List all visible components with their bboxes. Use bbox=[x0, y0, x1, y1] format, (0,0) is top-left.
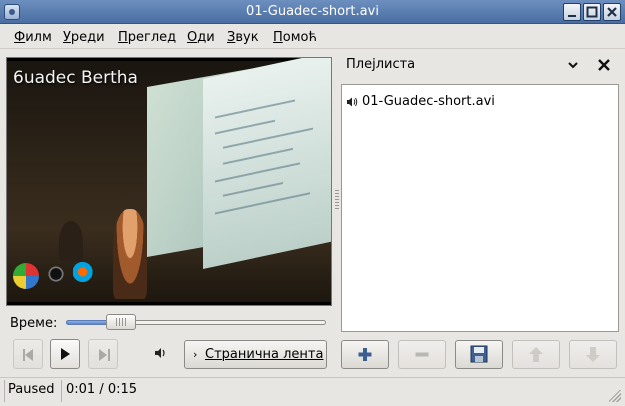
minimize-button[interactable] bbox=[563, 3, 581, 21]
menu-help[interactable]: Помоћ bbox=[273, 29, 317, 47]
minus-icon bbox=[415, 352, 429, 357]
arrow-down-icon bbox=[586, 347, 600, 362]
video-overlay-text: 6uadec Bertha bbox=[13, 68, 138, 88]
seek-label: Време: bbox=[10, 316, 58, 331]
status-separator bbox=[4, 380, 5, 402]
next-button[interactable] bbox=[88, 339, 118, 369]
video-frame: 6uadec Bertha bbox=[7, 58, 331, 302]
audience-person bbox=[59, 221, 83, 261]
presenter-person bbox=[113, 209, 147, 299]
sidebar-toggle-label: Странична лента bbox=[205, 347, 324, 362]
playlist-item-label: 01-Guadec-short.avi bbox=[362, 94, 495, 109]
playback-state: Paused bbox=[8, 382, 55, 397]
seek-slider-thumb[interactable] bbox=[105, 314, 136, 330]
play-button[interactable] bbox=[50, 339, 80, 369]
playlist-move-up-button[interactable] bbox=[512, 340, 560, 369]
window-title: 01-Guadec-short.avi bbox=[246, 4, 379, 19]
maximize-icon bbox=[586, 6, 598, 18]
volume-icon[interactable] bbox=[153, 346, 167, 360]
menu-sound[interactable]: Звук bbox=[227, 29, 259, 47]
close-icon bbox=[598, 59, 610, 71]
pane-splitter-handle[interactable] bbox=[335, 190, 339, 210]
close-icon bbox=[607, 7, 617, 17]
bike-logo bbox=[45, 265, 67, 283]
projection-code bbox=[203, 58, 331, 270]
menu-view[interactable]: Преглед bbox=[118, 29, 176, 47]
playlist-close-button[interactable] bbox=[596, 56, 612, 74]
minimize-icon bbox=[568, 15, 576, 17]
playlist-move-down-button[interactable] bbox=[569, 340, 617, 369]
floppy-icon bbox=[470, 345, 488, 363]
fish-logo bbox=[73, 261, 97, 283]
menu-edit[interactable]: Уреди bbox=[63, 29, 105, 47]
resize-grip[interactable] bbox=[609, 390, 621, 402]
playlist-add-button[interactable] bbox=[341, 340, 389, 369]
maximize-button[interactable] bbox=[583, 3, 601, 21]
status-separator bbox=[61, 380, 62, 402]
app-icon[interactable] bbox=[4, 4, 20, 20]
menu-go[interactable]: Оди bbox=[187, 29, 215, 47]
pinwheel-logo bbox=[13, 263, 39, 289]
playlist-title: Плејлиста bbox=[346, 57, 416, 72]
playlist-menu-button[interactable] bbox=[566, 58, 580, 72]
playlist-list[interactable]: 01-Guadec-short.avi bbox=[341, 84, 619, 332]
playback-time: 0:01 / 0:15 bbox=[66, 382, 138, 397]
close-button[interactable] bbox=[603, 3, 621, 21]
playlist-remove-button[interactable] bbox=[398, 340, 446, 369]
chevron-down-icon bbox=[568, 62, 578, 69]
arrow-up-icon bbox=[529, 347, 543, 362]
playlist-save-button[interactable] bbox=[455, 340, 503, 369]
video-display[interactable]: 6uadec Bertha bbox=[6, 57, 332, 306]
chevron-right-icon: › bbox=[193, 348, 198, 361]
speaker-icon bbox=[347, 97, 358, 107]
previous-button[interactable] bbox=[13, 339, 43, 369]
plus-icon bbox=[358, 348, 372, 361]
menu-film[interactable]: Филм bbox=[14, 29, 52, 47]
sidebar-toggle-button[interactable]: › Странична лента bbox=[184, 340, 327, 369]
